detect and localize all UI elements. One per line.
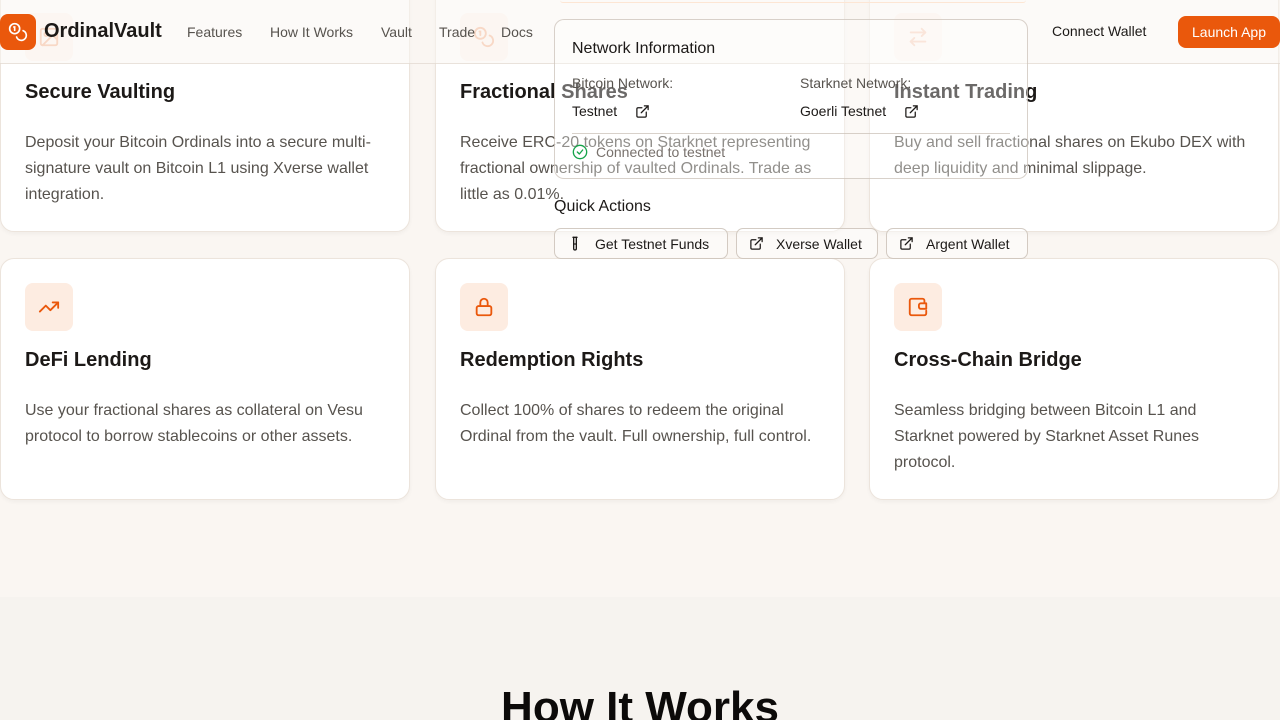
- feature-description: Deposit your Bitcoin Ordinals into a sec…: [25, 134, 371, 203]
- popover-divider: [572, 133, 1010, 134]
- get-testnet-funds-button[interactable]: Get Testnet Funds: [554, 228, 728, 259]
- bitcoin-network-value: Testnet: [572, 103, 650, 119]
- network-info-popover: Network Information Bitcoin Network: Tes…: [554, 19, 1028, 179]
- quick-actions-title: Quick Actions: [554, 198, 651, 215]
- nav-trade[interactable]: Trade: [439, 24, 475, 40]
- nav-docs[interactable]: Docs: [501, 24, 533, 40]
- connection-status: Connected to testnet: [572, 144, 725, 160]
- popover-title: Network Information: [572, 40, 716, 57]
- nav-how-it-works[interactable]: How It Works: [270, 24, 353, 40]
- nav-features[interactable]: Features: [187, 24, 242, 40]
- test-tube-icon: [567, 236, 583, 252]
- argent-wallet-button[interactable]: Argent Wallet: [886, 228, 1028, 259]
- section-title: How It Works: [501, 683, 779, 720]
- lock-icon: [460, 283, 508, 331]
- connect-wallet-button[interactable]: Connect Wallet: [1052, 23, 1146, 39]
- brand-name[interactable]: OrdinalVault: [44, 20, 162, 43]
- logo-coins-icon[interactable]: [0, 14, 36, 50]
- external-link-icon: [899, 236, 914, 251]
- nav-vault[interactable]: Vault: [381, 24, 412, 40]
- wallet-icon: [894, 283, 942, 331]
- starknet-network-label: Starknet Network:: [800, 75, 912, 91]
- feature-title: Secure Vaulting: [25, 81, 176, 103]
- external-link-icon: [749, 236, 764, 251]
- button-label: Argent Wallet: [926, 235, 1010, 252]
- feature-description: Seamless bridging between Bitcoin L1 and…: [894, 402, 1200, 471]
- connection-status-text: Connected to testnet: [596, 144, 726, 160]
- button-label: Xverse Wallet: [776, 235, 862, 252]
- starknet-network-name: Goerli Testnet: [800, 103, 887, 119]
- feature-title: DeFi Lending: [25, 349, 152, 371]
- feature-title: Redemption Rights: [460, 349, 644, 371]
- feature-card-redemption-rights: Redemption Rights Collect 100% of shares…: [435, 258, 845, 500]
- external-link-icon[interactable]: [635, 104, 650, 119]
- feature-description: Use your fractional shares as collateral…: [25, 402, 363, 445]
- feature-description: Collect 100% of shares to redeem the ori…: [460, 402, 812, 445]
- external-link-icon[interactable]: [904, 104, 919, 119]
- xverse-wallet-button[interactable]: Xverse Wallet: [736, 228, 878, 259]
- starknet-network-value: Goerli Testnet: [800, 103, 919, 119]
- trending-up-icon: [25, 283, 73, 331]
- check-circle-icon: [572, 144, 588, 160]
- feature-card-cross-chain-bridge: Cross-Chain Bridge Seamless bridging bet…: [869, 258, 1279, 500]
- bitcoin-network-label: Bitcoin Network:: [572, 75, 674, 91]
- feature-title: Cross-Chain Bridge: [894, 349, 1082, 371]
- how-it-works-section: How It Works: [0, 597, 1280, 720]
- button-label: Get Testnet Funds: [595, 235, 710, 252]
- launch-app-button[interactable]: Launch App: [1178, 16, 1280, 48]
- feature-card-defi-lending: DeFi Lending Use your fractional shares …: [0, 258, 410, 500]
- popover-trigger-edge: [560, 0, 1026, 3]
- bitcoin-network-name: Testnet: [572, 103, 618, 119]
